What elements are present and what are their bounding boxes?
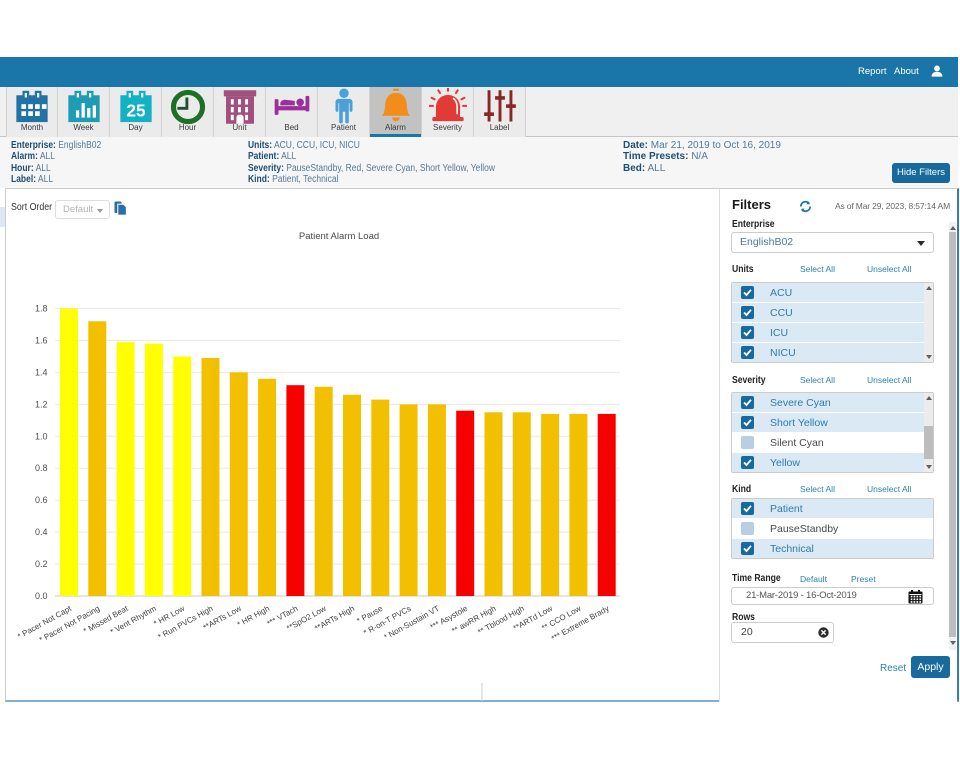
svg-text:1.2: 1.2 xyxy=(35,399,48,409)
svg-text:1.8: 1.8 xyxy=(35,304,48,314)
svg-text:* HR High: * HR High xyxy=(236,604,271,629)
svg-text:Patient Alarm Load: Patient Alarm Load xyxy=(299,231,379,242)
svg-text:1.0: 1.0 xyxy=(35,431,48,441)
svg-text:1.4: 1.4 xyxy=(35,367,48,377)
svg-text:25: 25 xyxy=(126,100,146,120)
svg-text:0.4: 0.4 xyxy=(35,527,48,537)
svg-text:0.2: 0.2 xyxy=(35,559,48,569)
svg-text:0.0: 0.0 xyxy=(35,591,48,601)
svg-text:0.6: 0.6 xyxy=(35,495,48,505)
svg-text:1.6: 1.6 xyxy=(35,336,48,346)
svg-text:0.8: 0.8 xyxy=(35,463,48,473)
